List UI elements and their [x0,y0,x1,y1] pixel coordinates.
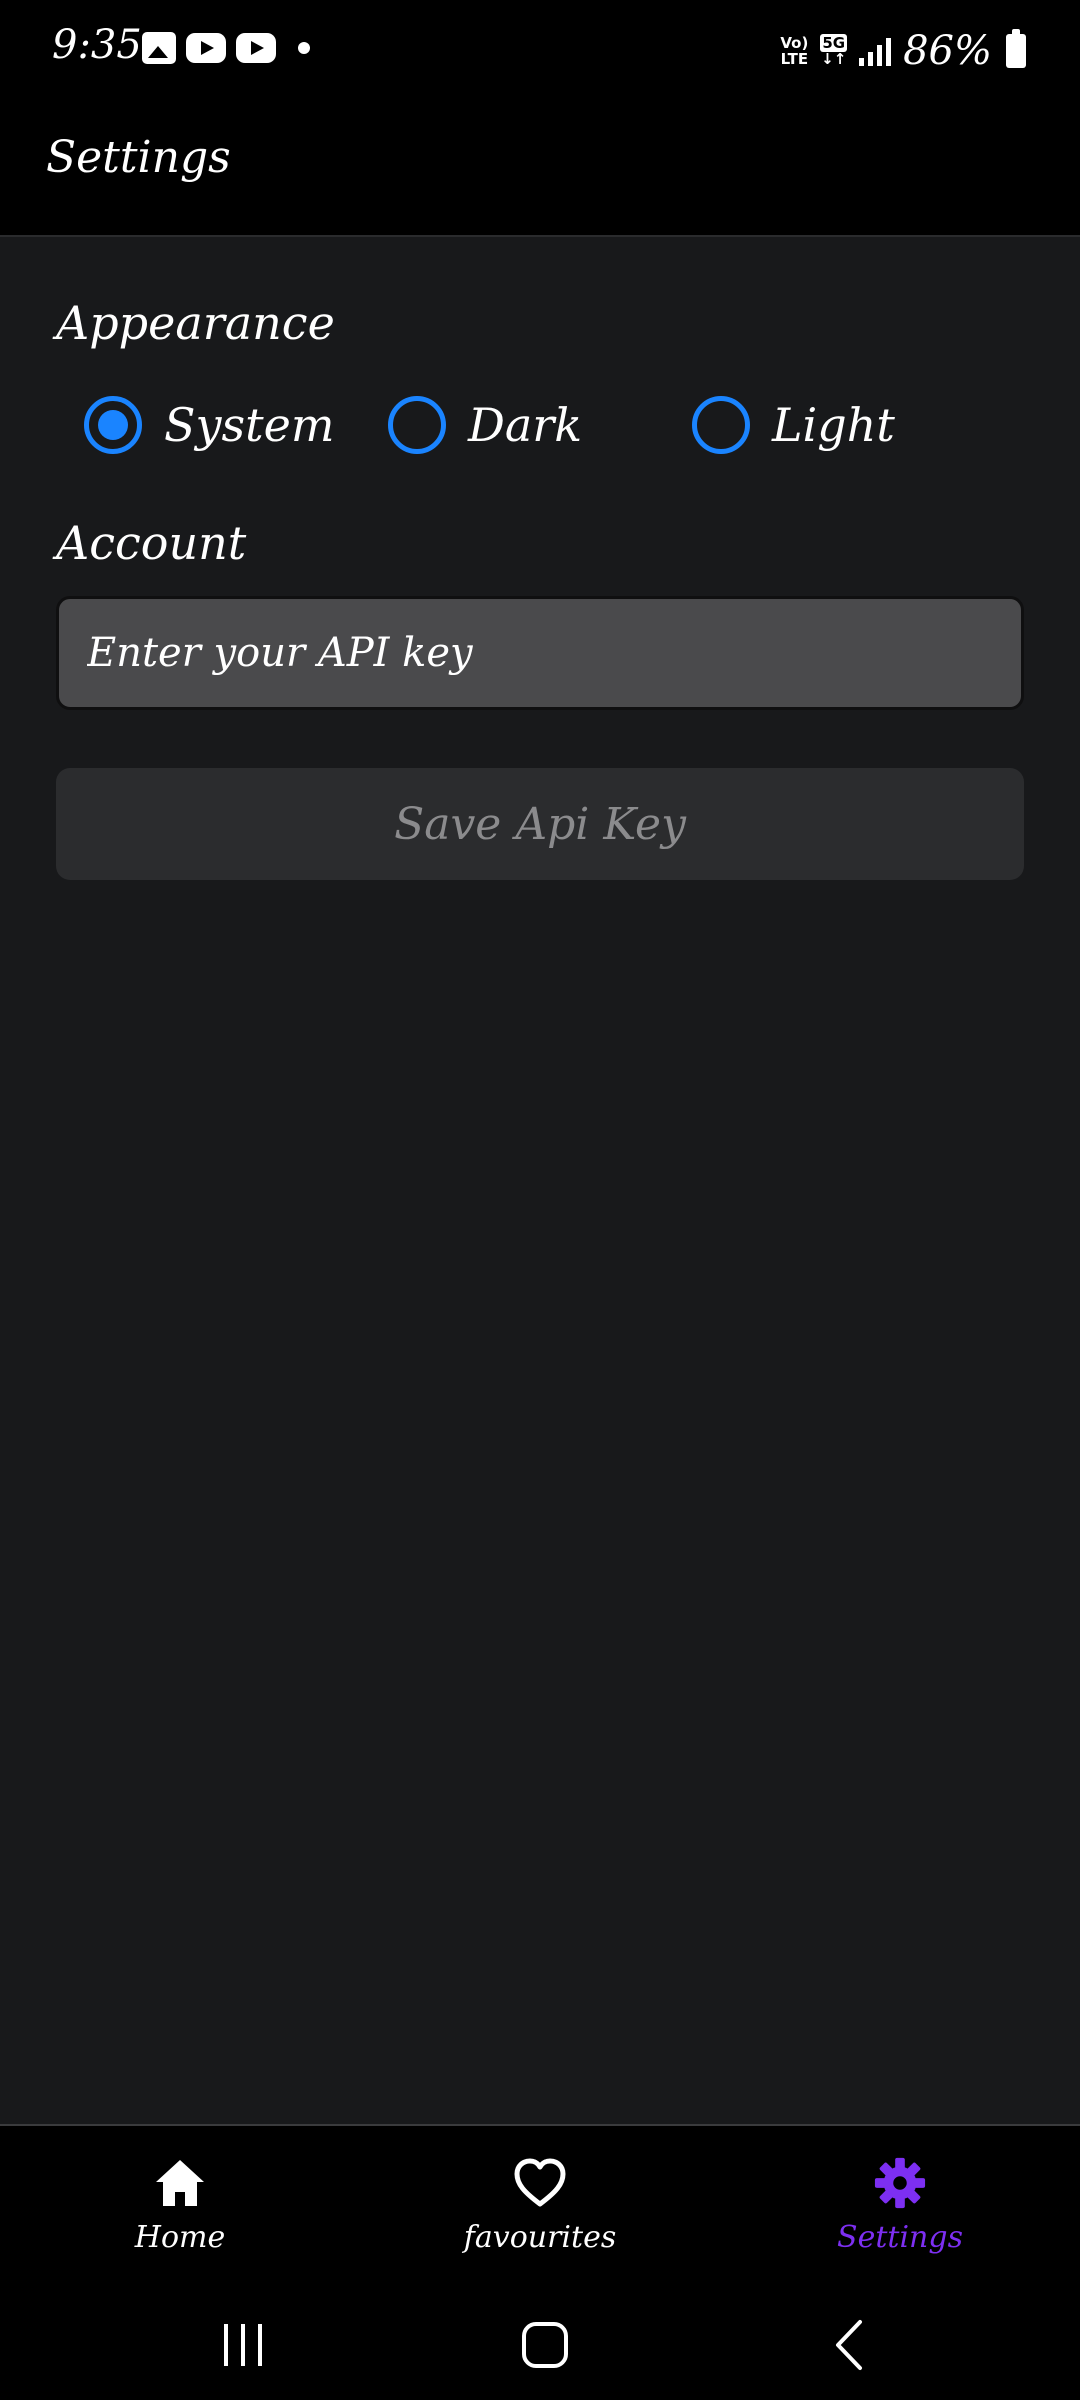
youtube-icon [186,33,226,63]
home-button-icon[interactable] [516,2310,576,2380]
status-time: 9:35 [52,22,142,68]
recent-apps-icon[interactable] [218,2310,268,2380]
radio-system[interactable]: System [84,395,334,455]
status-bar: 9:35 Vo) LTE 5G ↓↑ 86% [0,0,1080,100]
radio-selected-icon[interactable] [84,396,142,454]
account-label: Account [56,516,247,570]
volte-icon: Vo) LTE [780,34,809,68]
status-right: Vo) LTE 5G ↓↑ 86% [780,28,1026,74]
home-icon [156,2160,204,2206]
bottom-navigation: Home favourites Settings [0,2124,1080,2290]
notification-icons [142,32,310,64]
signal-icon [859,36,892,66]
back-icon[interactable] [826,2310,876,2380]
dot-icon [298,42,310,54]
api-key-input[interactable] [56,596,1024,710]
nav-item-favourites[interactable]: favourites [410,2156,670,2276]
radio-dark[interactable]: Dark [388,395,582,455]
radio-unselected-icon[interactable] [388,396,446,454]
gear-icon [874,2157,926,2209]
page-title: Settings [46,132,231,183]
appearance-radio-group: System Dark Light [84,395,984,455]
radio-label-system: System [164,398,335,452]
nav-item-home[interactable]: Home [50,2156,310,2276]
heart-icon [514,2158,566,2207]
system-navigation-bar [0,2290,1080,2400]
network-5g-icon: 5G ↓↑ [820,34,848,68]
radio-unselected-icon[interactable] [692,396,750,454]
nav-item-settings[interactable]: Settings [770,2156,1030,2276]
radio-light[interactable]: Light [692,395,895,455]
radio-label-dark: Dark [468,398,583,452]
battery-icon [1006,29,1026,68]
nav-label-favourites: favourites [463,2220,617,2255]
gallery-icon [142,32,176,64]
battery-percent: 86% [903,28,992,74]
nav-label-settings: Settings [837,2220,963,2255]
save-api-key-button[interactable]: Save Api Key [56,768,1024,880]
youtube-icon [236,33,276,63]
nav-label-home: Home [134,2220,226,2255]
app-bar: Settings [0,100,1080,237]
radio-label-light: Light [772,398,895,452]
appearance-label: Appearance [56,296,335,350]
